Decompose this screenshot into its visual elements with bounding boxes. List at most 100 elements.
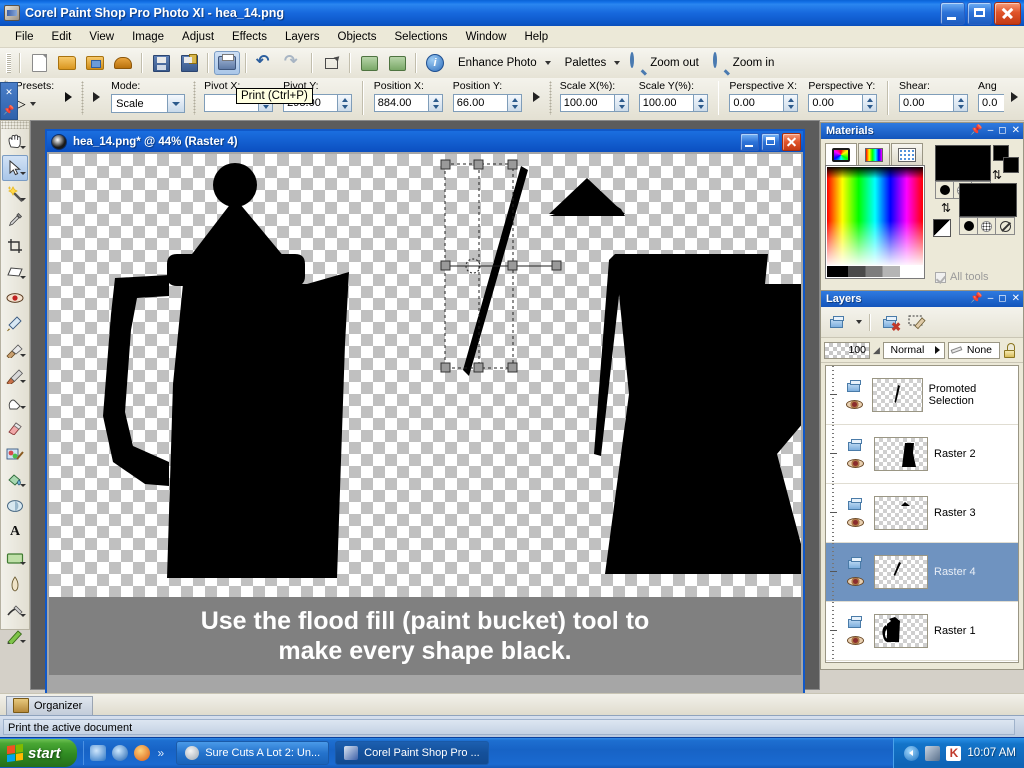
preset-shape-tool[interactable]	[2, 545, 28, 571]
visibility-toggle-icon[interactable]	[845, 399, 863, 410]
visibility-toggle-icon[interactable]	[846, 458, 864, 469]
start-button[interactable]: start	[0, 739, 77, 767]
fg-color-icon[interactable]	[936, 182, 954, 198]
close-icon[interactable]: ✕	[1012, 124, 1020, 138]
spinner-arrows[interactable]	[862, 94, 878, 112]
layer-row-raster-4[interactable]: Raster 4	[826, 543, 1018, 602]
materials-tab-rainbow[interactable]	[858, 143, 890, 165]
color-picker[interactable]	[825, 165, 925, 279]
toolbox-pin-strip[interactable]: ✕ 📌	[0, 82, 18, 120]
hue-gradient[interactable]	[827, 167, 923, 265]
text-tool[interactable]: A	[2, 519, 28, 545]
chevron-down-icon[interactable]	[20, 198, 26, 201]
spinner-arrows[interactable]	[506, 94, 522, 112]
menu-view[interactable]: View	[80, 28, 123, 46]
all-tools-checkbox[interactable]	[935, 271, 946, 283]
picture-tube-tool[interactable]	[2, 441, 28, 467]
show-hidden-icons-icon[interactable]	[904, 745, 920, 761]
menu-edit[interactable]: Edit	[43, 28, 81, 46]
minimize-button[interactable]	[940, 2, 965, 25]
spinner-arrows[interactable]	[953, 94, 969, 112]
new-icon[interactable]	[26, 51, 52, 75]
pen-tool[interactable]	[2, 571, 28, 597]
zoom-in-button[interactable]: Zoom in	[708, 51, 784, 75]
layer-opacity-field[interactable]: 100	[824, 341, 870, 359]
chevron-down-icon[interactable]	[20, 640, 26, 643]
swap-materials-icon[interactable]: ⇅	[941, 201, 951, 215]
document-minimize-button[interactable]	[740, 133, 759, 151]
color-changer-tool[interactable]	[2, 493, 28, 519]
chevron-down-icon[interactable]	[20, 380, 26, 383]
pan-tool[interactable]	[2, 129, 28, 155]
blend-mode-arrow-icon[interactable]	[931, 343, 944, 358]
chevron-down-icon[interactable]	[20, 172, 26, 175]
scale-y-stepper[interactable]	[638, 94, 708, 112]
pin-icon[interactable]: 📌	[970, 124, 982, 138]
presets-dropdown[interactable]: ▷	[16, 94, 42, 113]
position-x-input[interactable]	[373, 94, 428, 112]
bg-color-icon[interactable]	[960, 218, 978, 234]
enhance-photo-menu[interactable]: Enhance Photo	[449, 54, 556, 72]
menu-layers[interactable]: Layers	[276, 28, 329, 46]
foreground-swatch[interactable]	[935, 145, 991, 181]
save-icon[interactable]	[148, 51, 174, 75]
chevron-down-icon[interactable]	[20, 406, 26, 409]
spinner-arrows[interactable]	[783, 94, 799, 112]
position-next-arrow-icon[interactable]	[532, 92, 540, 102]
layer-mask-field[interactable]: None	[947, 341, 1000, 359]
straighten-tool[interactable]	[2, 259, 28, 285]
pick-tool[interactable]	[2, 155, 28, 181]
maximize-icon[interactable]: ◻	[998, 292, 1006, 306]
mesh-warp-tool[interactable]	[2, 623, 28, 649]
spinner-arrows[interactable]	[613, 94, 629, 112]
open-icon[interactable]	[54, 51, 80, 75]
layer-row-raster-2[interactable]: Raster 2	[826, 425, 1018, 484]
perspective-x-stepper[interactable]	[729, 94, 799, 112]
materials-tab-frame[interactable]	[825, 143, 857, 166]
paint-brush-tool[interactable]	[2, 363, 28, 389]
bg-null-icon[interactable]	[996, 218, 1014, 234]
media-player-icon[interactable]	[111, 745, 128, 761]
palettes-menu[interactable]: Palettes	[556, 54, 626, 72]
menu-help[interactable]: Help	[515, 28, 557, 46]
mode-select[interactable]: Scale	[111, 94, 186, 113]
background-mini-swatch[interactable]	[1003, 157, 1019, 173]
save-as-icon[interactable]	[176, 51, 202, 75]
options-overflow-arrow-icon[interactable]	[1011, 92, 1019, 102]
image-canvas[interactable]	[49, 154, 801, 597]
makeover-tool[interactable]	[2, 311, 28, 337]
reset-arrow-icon[interactable]	[65, 92, 73, 102]
opacity-slider-handle[interactable]: ◢	[873, 345, 880, 356]
smudge-tool[interactable]	[2, 389, 28, 415]
menu-window[interactable]: Window	[457, 28, 516, 46]
flood-fill-tool[interactable]	[2, 467, 28, 493]
menu-image[interactable]: Image	[123, 28, 173, 46]
close-button[interactable]	[994, 2, 1021, 25]
pin-icon[interactable]: 📌	[970, 292, 982, 306]
undo-icon[interactable]: ↶	[252, 51, 278, 75]
angle-input[interactable]	[978, 94, 1005, 112]
visibility-toggle-icon[interactable]	[846, 517, 864, 528]
minimize-icon[interactable]: –	[988, 124, 994, 138]
grayscale-strip[interactable]	[827, 266, 923, 277]
delete-layer-button[interactable]: ✖	[878, 312, 902, 333]
print-icon[interactable]	[214, 51, 240, 75]
position-x-stepper[interactable]	[373, 94, 443, 112]
info-icon[interactable]: i	[422, 51, 448, 75]
toolbox-grip[interactable]	[1, 121, 29, 129]
angle-stepper[interactable]	[978, 94, 1005, 112]
menu-selections[interactable]: Selections	[386, 28, 457, 46]
visibility-toggle-icon[interactable]	[846, 576, 864, 587]
perspective-y-stepper[interactable]	[808, 94, 878, 112]
chevron-down-icon[interactable]	[20, 354, 26, 357]
quick-launch-overflow-icon[interactable]: »	[158, 746, 165, 760]
crop-icon[interactable]	[318, 51, 344, 75]
chevron-down-icon[interactable]	[20, 614, 26, 617]
layer-row-promoted-selection[interactable]: Promoted Selection	[826, 366, 1018, 425]
clone-brush-tool[interactable]	[2, 337, 28, 363]
redo-icon[interactable]: ↷	[280, 51, 306, 75]
scale-y-input[interactable]	[638, 94, 693, 112]
position-y-stepper[interactable]	[452, 94, 522, 112]
layer-row-raster-1[interactable]: Raster 1	[826, 602, 1018, 661]
new-layer-button[interactable]	[825, 312, 849, 333]
